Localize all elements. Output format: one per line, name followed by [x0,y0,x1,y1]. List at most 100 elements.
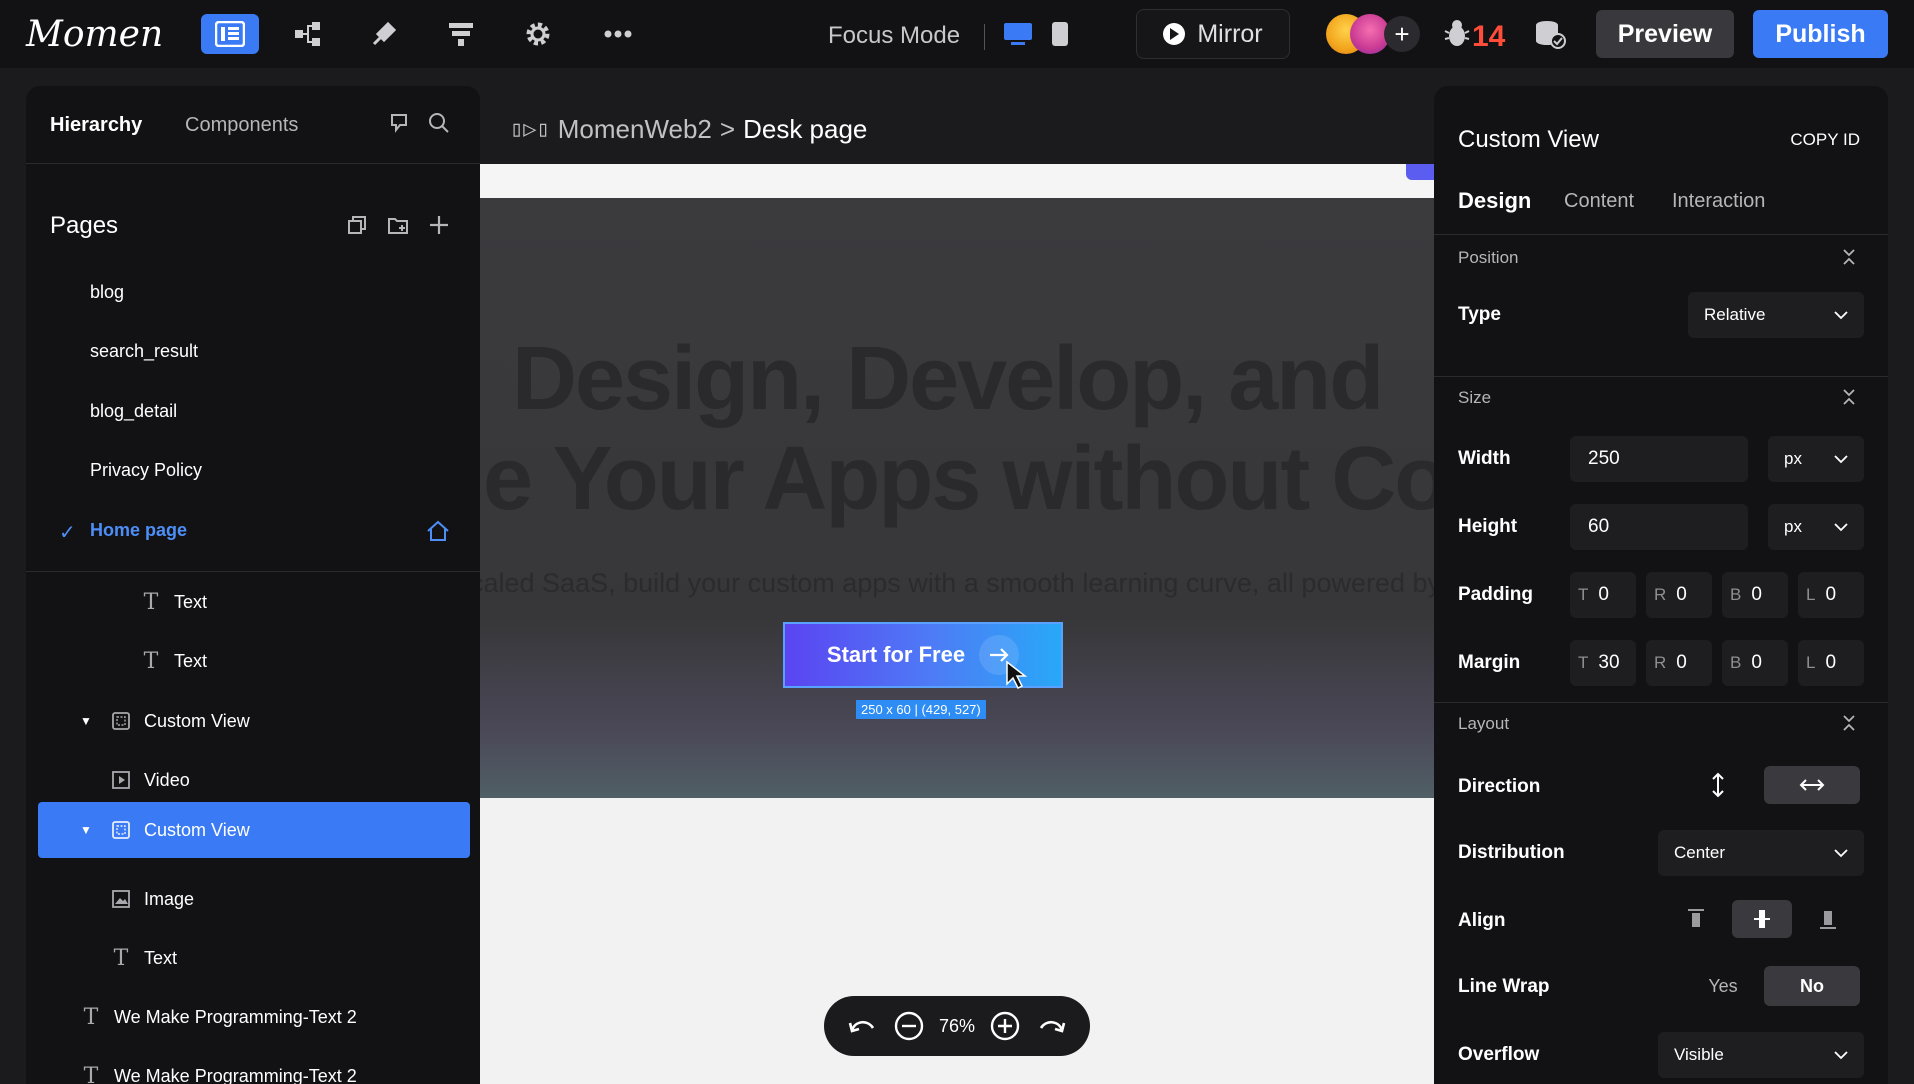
tree-item-label: Image [144,888,195,909]
margin-bottom-input[interactable]: B0 [1722,640,1788,686]
width-input[interactable]: 250 [1570,436,1748,482]
direction-vertical-icon[interactable] [1688,766,1748,804]
tree-item-label: Text [144,947,178,968]
add-folder-icon[interactable] [385,212,411,238]
copy-id-button[interactable]: COPY ID [1790,130,1860,150]
undo-icon[interactable] [845,1009,879,1043]
duplicate-page-icon[interactable] [344,212,370,238]
height-unit-select[interactable]: px [1768,504,1864,550]
bug-icon[interactable] [1440,14,1474,54]
position-type-value: Relative [1704,305,1766,324]
mirror-button[interactable]: Mirror [1136,9,1290,59]
collaborator-avatars[interactable]: + [1326,14,1420,54]
overflow-value: Visible [1674,1045,1724,1064]
breadcrumb: ▯▷▯ MomenWeb2 > Desk page [510,114,867,145]
zoom-out-icon[interactable] [892,1009,926,1043]
page-item-blog-detail[interactable]: blog_detail [90,401,177,422]
align-center-icon[interactable] [1732,900,1792,938]
padding-bottom-input[interactable]: B0 [1722,572,1788,618]
margin-left-input[interactable]: L0 [1798,640,1864,686]
margin-right-input[interactable]: R0 [1646,640,1712,686]
line-wrap-no-option[interactable]: No [1764,966,1860,1006]
pages-panel-icon[interactable] [201,14,259,54]
tree-item-label: Text [174,591,208,612]
page-toggle-icon[interactable]: ▯▷▯ [510,117,550,142]
page-item-privacy-policy[interactable]: Privacy Policy [90,460,202,481]
momen-logo[interactable]: Momen [26,13,186,55]
redo-icon[interactable] [1035,1009,1069,1043]
add-page-icon[interactable] [426,212,452,238]
focus-mode-toggle[interactable]: Focus Mode [828,22,960,50]
tree-item-text[interactable]: T Text [26,633,480,689]
page-item-blog[interactable]: blog [90,282,124,303]
padding-right-input[interactable]: R0 [1646,572,1712,618]
desktop-view-icon[interactable] [998,14,1038,54]
tree-item-text[interactable]: T We Make Programming-Text 2 [26,1048,480,1084]
breadcrumb-page[interactable]: Desk page [743,114,867,145]
settings-gear-icon[interactable] [518,14,558,54]
add-collaborator-icon[interactable]: + [1384,16,1420,52]
padding-right-value: 0 [1676,584,1687,605]
overflow-select[interactable]: Visible [1658,1032,1864,1078]
distribution-value: Center [1674,843,1726,862]
page-item-search-result[interactable]: search_result [90,341,198,362]
caret-down-icon[interactable]: ▼ [80,823,92,837]
line-wrap-yes-option[interactable]: Yes [1688,966,1758,1006]
tree-item-image[interactable]: Image [26,871,480,927]
canvas-hero-section[interactable]: Design, Develop, and le Your Apps withou… [480,198,1434,798]
logic-flow-icon[interactable] [288,14,328,54]
zoom-in-icon[interactable] [988,1009,1022,1043]
more-icon[interactable] [598,14,638,54]
caret-down-icon[interactable]: ▼ [80,714,92,728]
width-unit-select[interactable]: px [1768,436,1864,482]
page-item-home[interactable]: Home page [90,520,187,541]
padding-left-letter: L [1806,585,1816,604]
zoom-level: 76% [938,1015,975,1036]
tab-hierarchy[interactable]: Hierarchy [50,114,142,137]
tab-design[interactable]: Design [1458,188,1531,214]
tree-item-label: Custom View [144,710,250,731]
publish-button[interactable]: Publish [1753,10,1888,58]
margin-right-letter: R [1654,653,1667,672]
position-type-select[interactable]: Relative [1688,292,1864,338]
collapse-icon[interactable] [1840,714,1858,732]
mobile-view-icon[interactable] [1040,14,1080,54]
top-toolbar: Momen Focus Mode Mirror + 14 Preview Pub… [0,0,1914,68]
direction-horizontal-icon[interactable] [1764,766,1860,804]
tree-item-text[interactable]: T Text [26,574,480,630]
data-model-icon[interactable] [441,14,481,54]
padding-label: Padding [1458,584,1533,605]
tree-item-custom-view-selected[interactable]: ▼ Custom View [38,802,470,858]
align-bottom-icon[interactable] [1798,900,1858,938]
collapse-icon[interactable] [1840,248,1858,266]
height-input[interactable]: 60 [1570,504,1748,550]
tab-components[interactable]: Components [185,114,298,137]
zoom-toolbar: 76% [824,996,1090,1056]
tab-interaction[interactable]: Interaction [1672,190,1765,213]
hero-heading-line1[interactable]: Design, Develop, and [512,328,1384,431]
tab-content[interactable]: Content [1564,190,1634,213]
logo-text: Momen [26,13,164,55]
align-top-icon[interactable] [1666,900,1726,938]
tree-item-text[interactable]: T Text [26,930,480,986]
hero-heading-line2[interactable]: le Your Apps without Coc [480,428,1434,531]
hero-subtitle[interactable]: caled SaaS, build your custom apps with … [480,568,1434,599]
plugin-icon[interactable] [364,14,404,54]
tree-item-label: We Make Programming-Text 2 [114,1006,357,1027]
padding-top-input[interactable]: T0 [1570,572,1636,618]
preview-button[interactable]: Preview [1596,10,1734,58]
margin-top-input[interactable]: T 30 [1570,640,1636,686]
tree-item-custom-view[interactable]: ▼ Custom View [26,693,480,749]
type-label: Type [1458,304,1501,325]
search-icon[interactable] [428,112,454,138]
height-label: Height [1458,516,1518,537]
collapse-icon[interactable] [1840,388,1858,406]
chevron-down-icon[interactable]: ✓ [59,520,76,545]
distribution-select[interactable]: Center [1658,830,1864,876]
database-check-icon[interactable] [1530,14,1570,54]
github-icon[interactable] [388,112,414,138]
breadcrumb-project[interactable]: MomenWeb2 [558,114,712,145]
tree-item-video[interactable]: Video [26,752,480,808]
padding-left-input[interactable]: L0 [1798,572,1864,618]
tree-item-text[interactable]: T We Make Programming-Text 2 [26,989,480,1045]
